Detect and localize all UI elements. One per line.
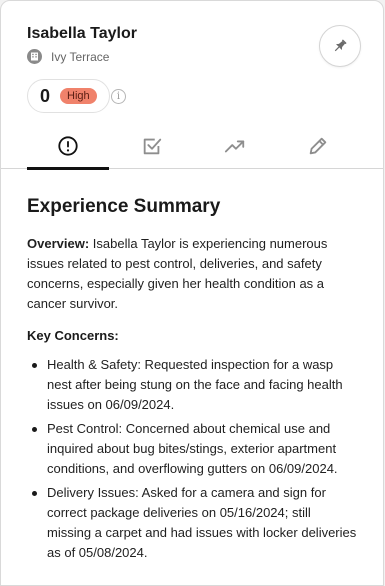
priority-badge: High bbox=[60, 88, 97, 104]
score-pill: 0 High bbox=[27, 79, 110, 113]
building-icon bbox=[27, 49, 42, 64]
pencil-icon bbox=[309, 137, 327, 155]
resident-name: Isabella Taylor bbox=[27, 25, 137, 42]
tab-bar bbox=[1, 129, 383, 170]
overview-label: Overview: bbox=[27, 236, 90, 251]
key-concerns-label: Key Concerns: bbox=[27, 328, 119, 343]
property-row: Ivy Terrace bbox=[27, 49, 109, 64]
summary-panel: Experience Summary Overview: Isabella Ta… bbox=[27, 196, 357, 567]
trend-up-icon bbox=[224, 140, 245, 153]
resident-card: Isabella Taylor Ivy Terrace 0 High i Exp… bbox=[0, 0, 384, 586]
checkbox-icon bbox=[143, 138, 162, 155]
tab-edit[interactable] bbox=[277, 129, 359, 169]
tab-tasks[interactable] bbox=[111, 129, 193, 169]
pin-icon bbox=[334, 39, 347, 52]
concerns-list: Health & Safety: Requested inspection fo… bbox=[27, 355, 357, 563]
list-item: Delivery Issues: Asked for a camera and … bbox=[27, 483, 357, 563]
summary-title: Experience Summary bbox=[27, 196, 221, 217]
overview-paragraph: Overview: Isabella Taylor is experiencin… bbox=[27, 234, 357, 314]
list-item: Health & Safety: Requested inspection fo… bbox=[27, 355, 357, 415]
pin-button[interactable] bbox=[319, 25, 361, 67]
list-item: Pest Control: Concerned about chemical u… bbox=[27, 419, 357, 479]
tab-trends[interactable] bbox=[194, 129, 276, 169]
property-name: Ivy Terrace bbox=[51, 49, 110, 64]
alert-circle-icon bbox=[58, 136, 78, 156]
info-icon[interactable]: i bbox=[111, 89, 126, 104]
score-value: 0 bbox=[40, 85, 51, 106]
resident-header: Isabella Taylor Ivy Terrace 0 High i bbox=[1, 1, 383, 170]
tab-overview[interactable] bbox=[27, 129, 109, 170]
